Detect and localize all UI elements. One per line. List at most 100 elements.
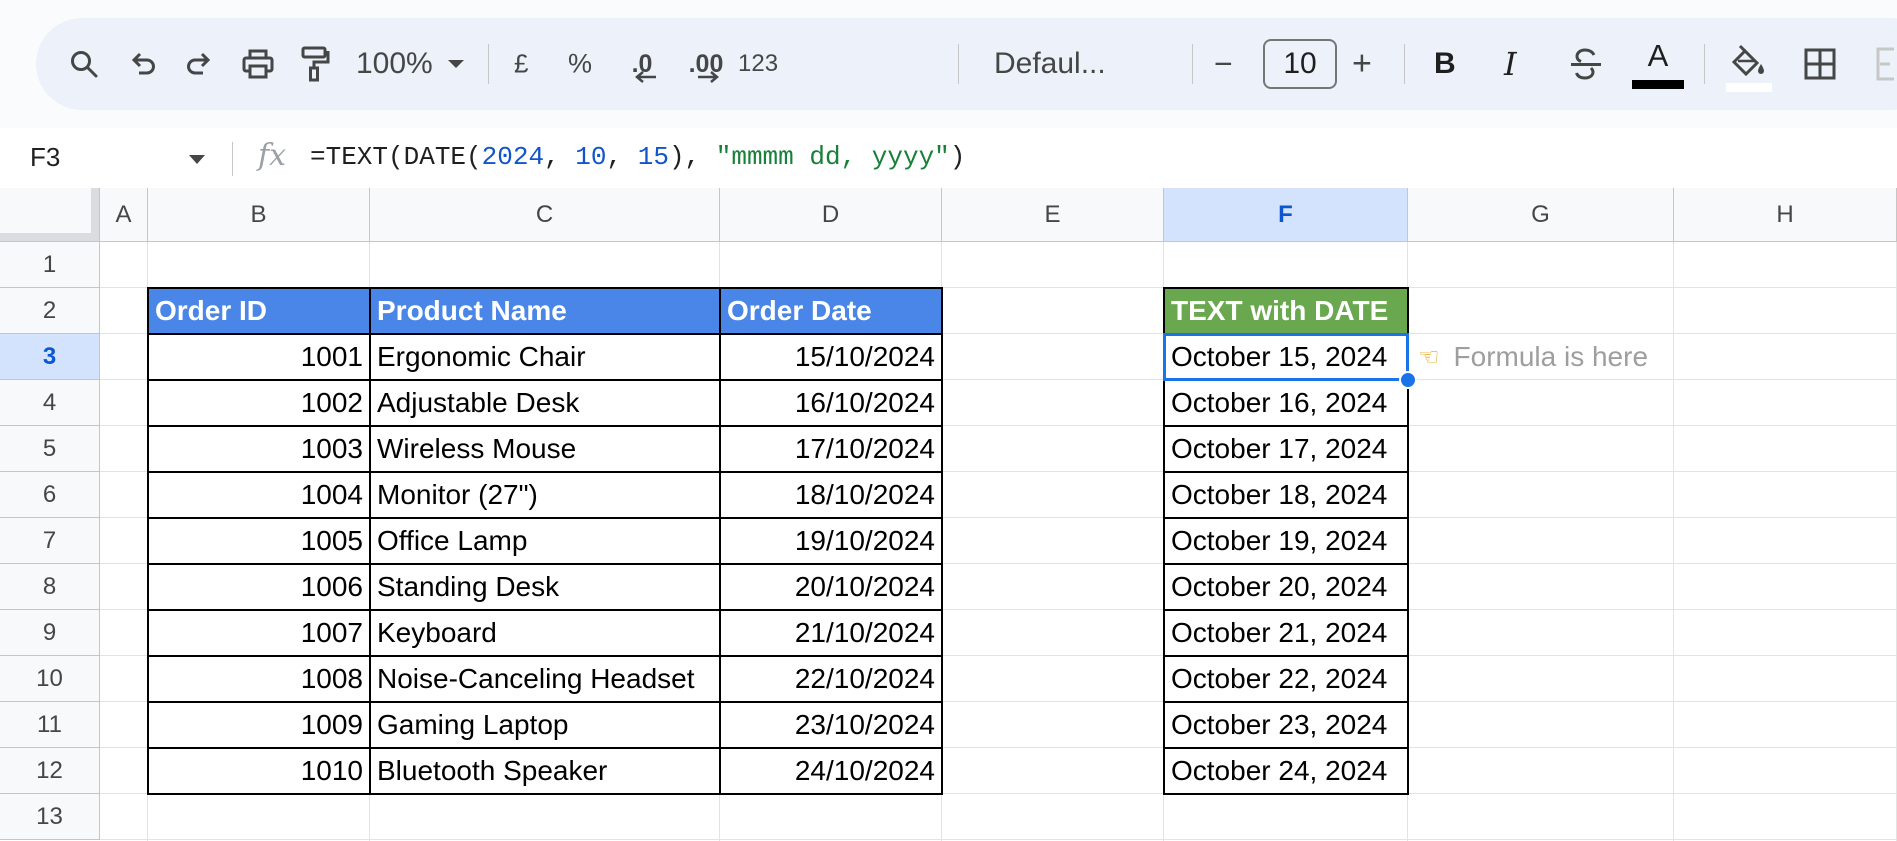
table-row-border <box>148 563 942 565</box>
more-formats-button[interactable]: 123 <box>738 50 778 78</box>
table-row-border <box>148 747 942 749</box>
column-gridline <box>1673 242 1674 841</box>
toolbar-divider <box>488 44 489 84</box>
formula-string: "mmmm dd, yyyy" <box>715 142 950 172</box>
more-formats-label: 123 <box>738 50 779 77</box>
row-header-10[interactable]: 10 <box>0 656 100 702</box>
toolbar-divider <box>958 44 959 84</box>
formula-input[interactable]: =TEXT(DATE(2024, 10, 15), "mmmm dd, yyyy… <box>310 142 965 172</box>
column-header-g[interactable]: G <box>1408 188 1674 242</box>
row-header-3[interactable]: 3 <box>0 334 100 380</box>
font-size-input[interactable]: 10 <box>1263 39 1337 89</box>
formula-function: =TEXT(DATE( <box>310 142 482 172</box>
formula-separator: , <box>544 142 576 172</box>
font-size-value: 10 <box>1283 47 1317 80</box>
decrease-font-size-button[interactable]: − <box>1214 46 1233 83</box>
row-header-9[interactable]: 9 <box>0 610 100 656</box>
text-color-button[interactable]: A <box>1632 36 1684 92</box>
increase-decimal-button[interactable]: .00 <box>678 42 734 86</box>
table-column-border <box>719 288 721 794</box>
table-row-border <box>1164 563 1408 565</box>
table-row-border <box>1164 701 1408 703</box>
column-header-c[interactable]: C <box>370 188 720 242</box>
zoom-select[interactable]: 100% <box>356 47 433 81</box>
spreadsheet-app: 100% £ % .0 .00 123 Defaul... − 10 + B I… <box>0 0 1897 841</box>
toolbar: 100% £ % .0 .00 123 Defaul... − 10 + B I… <box>36 18 1897 110</box>
paint-format-icon[interactable] <box>294 44 334 84</box>
fill-color-icon[interactable] <box>1724 36 1774 92</box>
italic-button[interactable]: I <box>1504 45 1517 83</box>
toolbar-area: 100% £ % .0 .00 123 Defaul... − 10 + B I… <box>0 0 1897 128</box>
sheet-grid: A B C D E F G H 1 2 3 4 5 6 7 8 9 10 11 12 13 Order ID Product… <box>0 188 1897 841</box>
row-header-6[interactable]: 6 <box>0 472 100 518</box>
merge-cells-icon[interactable] <box>1870 44 1894 84</box>
row-header-11[interactable]: 11 <box>0 702 100 748</box>
decrease-font-label: − <box>1214 45 1233 82</box>
freeze-row-handle[interactable] <box>0 233 99 241</box>
row-header-1[interactable]: 1 <box>0 242 100 288</box>
undo-icon[interactable] <box>122 44 162 84</box>
formula-close: ) <box>949 142 966 172</box>
redo-icon[interactable] <box>180 44 220 84</box>
name-box-dropdown-icon[interactable] <box>188 154 206 165</box>
table-column-border <box>369 288 371 794</box>
toolbar-divider <box>1192 44 1193 84</box>
text-color-swatch <box>1632 80 1684 89</box>
column-header-a[interactable]: A <box>100 188 148 242</box>
arrow-left-icon <box>635 71 656 83</box>
font-family-select[interactable]: Defaul... <box>994 47 1106 81</box>
formula-number: 2024 <box>481 142 545 172</box>
percent-format-button[interactable]: % <box>568 49 592 80</box>
fill-color-swatch <box>1726 83 1772 92</box>
search-icon[interactable] <box>64 44 104 84</box>
increase-font-label: + <box>1352 44 1372 83</box>
table-row-border <box>1164 471 1408 473</box>
arrow-right-icon <box>698 71 719 83</box>
bold-label: B <box>1434 47 1456 80</box>
pointing-hand-icon: ☜ <box>1418 343 1440 371</box>
table-row-border <box>148 425 942 427</box>
currency-label: £ <box>514 48 529 79</box>
row-header-4[interactable]: 4 <box>0 380 100 426</box>
row-header-2[interactable]: 2 <box>0 288 100 334</box>
fill-handle[interactable] <box>1399 371 1417 389</box>
row-header-12[interactable]: 12 <box>0 748 100 794</box>
row-header-13[interactable]: 13 <box>0 794 100 840</box>
decrease-decimal-button[interactable]: .0 <box>618 42 666 86</box>
column-header-d[interactable]: D <box>720 188 942 242</box>
column-header-e[interactable]: E <box>942 188 1164 242</box>
row-header-5[interactable]: 5 <box>0 426 100 472</box>
currency-format-button[interactable]: £ <box>514 49 528 80</box>
table-row-border <box>148 517 942 519</box>
table-row-border <box>148 471 942 473</box>
row-gridline <box>100 839 1897 840</box>
percent-label: % <box>568 48 593 79</box>
table-row-border <box>1164 655 1408 657</box>
print-icon[interactable] <box>238 44 278 84</box>
formula-note: ☜ Formula is here <box>1418 334 1648 380</box>
orders-table-border <box>147 287 943 795</box>
row-header-8[interactable]: 8 <box>0 564 100 610</box>
bold-button[interactable]: B <box>1434 47 1456 81</box>
table-row-border <box>1164 517 1408 519</box>
formula-bar-divider <box>232 142 233 176</box>
name-box[interactable]: F3 <box>30 142 60 173</box>
toolbar-divider <box>1704 44 1705 84</box>
borders-icon[interactable] <box>1800 44 1840 84</box>
column-header-h[interactable]: H <box>1674 188 1897 242</box>
table-row-border <box>148 655 942 657</box>
zoom-dropdown-icon[interactable] <box>444 52 468 76</box>
strikethrough-icon[interactable] <box>1566 44 1606 84</box>
italic-label: I <box>1504 45 1517 83</box>
formula-number: 10 <box>575 142 607 172</box>
column-header-b[interactable]: B <box>148 188 370 242</box>
selected-cell-outline <box>1163 333 1409 381</box>
column-header-f[interactable]: F <box>1164 188 1408 242</box>
row-header-7[interactable]: 7 <box>0 518 100 564</box>
table-row-border <box>148 701 942 703</box>
table-row-border <box>148 333 942 335</box>
increase-font-size-button[interactable]: + <box>1352 45 1372 84</box>
text-color-label: A <box>1647 38 1669 73</box>
table-row-border <box>1164 425 1408 427</box>
formula-bar: F3 fx =TEXT(DATE(2024, 10, 15), "mmmm dd… <box>0 128 1897 188</box>
